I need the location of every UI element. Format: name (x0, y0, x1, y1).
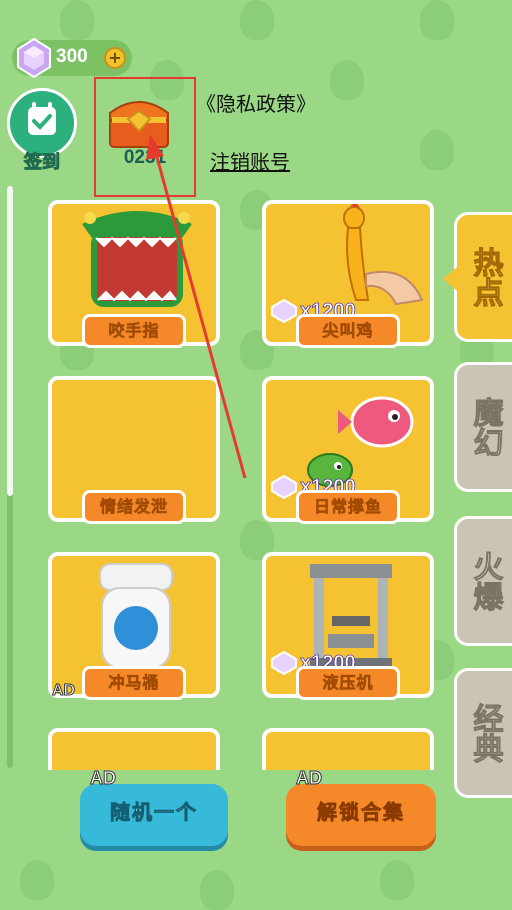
privacy-policy-link[interactable]: 《隐私政策》 (196, 88, 316, 117)
game-card-hydraulic-press[interactable]: x1200 液压机 (262, 552, 434, 700)
scrollbar[interactable] (7, 186, 13, 768)
game-card-partial[interactable] (262, 728, 434, 770)
crocodile-icon (82, 211, 192, 307)
unlock-label: 解锁合集 (317, 800, 405, 825)
game-card-daily-fish[interactable]: x1200 日常撑鱼 (262, 376, 434, 524)
ad-tag: AD (90, 768, 117, 789)
ad-tag: AD (51, 682, 76, 700)
game-label: 尖叫鸡 (296, 314, 400, 348)
game-label: 冲马桶 (82, 666, 186, 700)
game-label: 情绪发泄 (82, 490, 186, 524)
diamond-icon (17, 37, 51, 79)
gem-count: 300 (56, 46, 88, 67)
signin-label: 签到 (24, 152, 61, 174)
chest-code: 0231 (123, 147, 167, 168)
treasure-chest-icon (109, 101, 169, 148)
random-button[interactable]: AD 随机一个 (80, 768, 228, 846)
random-label: 随机一个 (110, 800, 198, 825)
toilet-icon (99, 563, 173, 669)
tab-magic[interactable]: 魔幻 (454, 362, 512, 492)
diamond-icon (271, 475, 297, 499)
active-tab-arrow (443, 267, 457, 291)
game-card-flush-toilet[interactable]: AD 冲马桶 (48, 552, 220, 700)
game-card-partial[interactable] (48, 728, 220, 770)
tab-label: 魔幻 (467, 397, 503, 458)
unlock-collection-button[interactable]: AD 解锁合集 (286, 768, 436, 846)
chest-highlight[interactable]: 0231 (94, 77, 196, 197)
signin-button[interactable]: 签到 (6, 88, 78, 174)
ad-tag: AD (296, 768, 323, 789)
tab-classic[interactable]: 经典 (454, 668, 512, 798)
gem-balance: 300 + (12, 37, 132, 79)
game-card-venting[interactable]: 情绪发泄 (48, 376, 220, 524)
diamond-icon (271, 299, 297, 323)
tab-label: 经典 (467, 703, 503, 764)
game-label: 咬手指 (82, 314, 186, 348)
tab-label: 火爆 (467, 551, 503, 612)
add-gems-button[interactable]: + (104, 47, 126, 69)
tab-label: 热点 (467, 247, 503, 308)
delete-account-link[interactable]: 注销账号 (210, 146, 290, 175)
tab-hot[interactable]: 热点 (443, 212, 512, 342)
scrollbar-thumb[interactable] (7, 186, 13, 496)
game-card-screaming-chicken[interactable]: x1200 尖叫鸡 (262, 200, 434, 348)
tab-popular[interactable]: 火爆 (454, 516, 512, 646)
game-card-bite-finger[interactable]: 咬手指 (48, 200, 220, 348)
game-label: 日常撑鱼 (296, 490, 400, 524)
diamond-icon (271, 651, 297, 675)
game-label: 液压机 (296, 666, 400, 700)
